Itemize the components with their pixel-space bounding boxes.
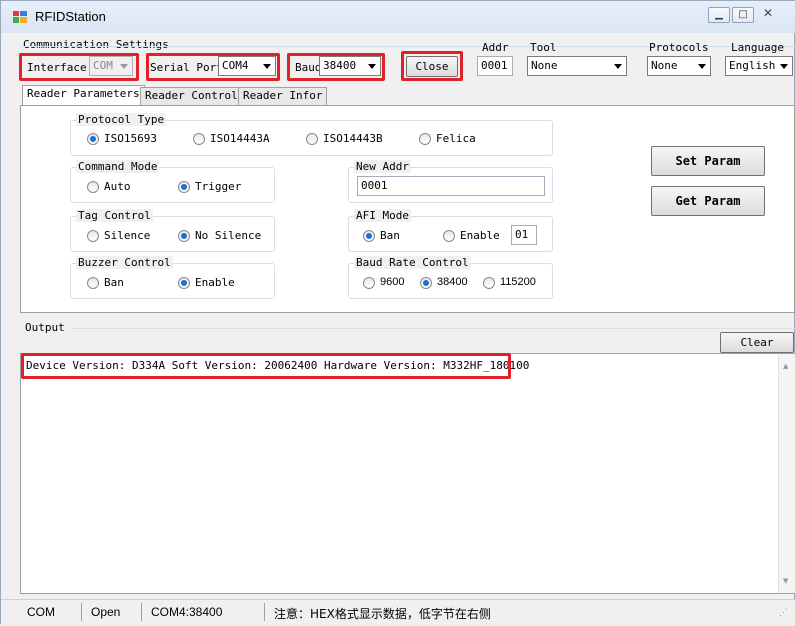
radio-trigger[interactable]: [178, 181, 190, 193]
output-label: Output: [25, 321, 65, 334]
radio-iso14443a[interactable]: [193, 133, 205, 145]
afi-mode-title: AFI Mode: [354, 209, 411, 222]
title-bar: RFIDStation ▁ □ ✕: [1, 1, 795, 33]
radio-no-silence-label: No Silence: [195, 229, 262, 242]
radio-auto[interactable]: [87, 181, 99, 193]
tab-reader-parameters[interactable]: Reader Parameters: [22, 85, 145, 106]
buzzer-control-title: Buzzer Control: [76, 256, 173, 269]
comm-settings-label: Communication Settings: [23, 38, 169, 51]
radio-iso14443a-label: ISO14443A: [210, 132, 270, 145]
radio-baud-38400[interactable]: [420, 277, 432, 289]
language-label: Language: [731, 41, 784, 54]
highlight-interface: [19, 53, 139, 81]
status-separator: [81, 603, 82, 621]
new-addr-input[interactable]: 0001: [357, 176, 545, 196]
radio-afi-ban-label: Ban: [380, 229, 400, 242]
radio-buzzer-ban-label: Ban: [104, 276, 124, 289]
baud-rate-control-group: Baud Rate Control 9600 38400 115200: [348, 256, 553, 299]
highlight-close-button: [401, 51, 463, 81]
language-select[interactable]: English: [725, 56, 793, 76]
maximize-button[interactable]: □: [732, 7, 754, 23]
radio-silence[interactable]: [87, 230, 99, 242]
new-addr-group: New Addr 0001: [348, 160, 553, 203]
radio-baud-9600[interactable]: [363, 277, 375, 289]
radio-auto-label: Auto: [104, 180, 131, 193]
command-mode-title: Command Mode: [76, 160, 160, 173]
status-separator: [264, 603, 265, 621]
highlight-serial-port: [146, 53, 280, 81]
app-window: RFIDStation ▁ □ ✕ Communication Settings…: [0, 0, 795, 626]
radio-felica-label: Felica: [436, 132, 476, 145]
radio-buzzer-ban[interactable]: [87, 277, 99, 289]
radio-buzzer-enable[interactable]: [178, 277, 190, 289]
close-window-button[interactable]: ✕: [757, 7, 779, 23]
radio-baud-38400-label: 38400: [437, 276, 468, 288]
radio-trigger-label: Trigger: [195, 180, 242, 193]
tag-control-title: Tag Control: [76, 209, 153, 222]
status-state: Open: [91, 605, 121, 619]
radio-baud-115200-label: 115200: [500, 276, 536, 288]
highlight-version-line: [21, 353, 511, 379]
new-addr-title: New Addr: [354, 160, 411, 173]
scroll-up-icon[interactable]: ▲: [783, 362, 788, 370]
minimize-icon: ▁: [715, 9, 723, 20]
radio-iso14443b-label: ISO14443B: [323, 132, 383, 145]
radio-baud-115200[interactable]: [483, 277, 495, 289]
protocols-select[interactable]: None: [647, 56, 711, 76]
maximize-icon: □: [738, 9, 748, 20]
radio-baud-9600-label: 9600: [380, 276, 405, 288]
radio-no-silence[interactable]: [178, 230, 190, 242]
chevron-down-icon: [614, 64, 622, 69]
status-port-type: COM: [27, 605, 55, 619]
tool-label: Tool: [530, 41, 557, 54]
radio-afi-ban[interactable]: [363, 230, 375, 242]
status-port-baud: COM4:38400: [151, 605, 223, 619]
tool-select[interactable]: None: [527, 56, 627, 76]
app-icon: [13, 11, 27, 23]
radio-iso15693[interactable]: [87, 133, 99, 145]
baud-rate-control-title: Baud Rate Control: [354, 256, 471, 269]
addr-label: Addr: [482, 41, 509, 54]
window-title: RFIDStation: [35, 9, 106, 24]
buzzer-control-group: Buzzer Control Ban Enable: [70, 256, 275, 299]
protocols-label: Protocols: [649, 41, 709, 54]
tag-control-group: Tag Control Silence No Silence: [70, 209, 275, 252]
get-param-button[interactable]: Get Param: [651, 186, 765, 216]
resize-grip-icon[interactable]: ⋰: [779, 607, 788, 618]
chevron-down-icon: [780, 64, 788, 69]
output-textarea[interactable]: Device Version: D334A Soft Version: 2006…: [20, 353, 795, 594]
radio-iso15693-label: ISO15693: [104, 132, 157, 145]
status-note: 注意：HEX格式显示数据，低字节在右侧: [274, 607, 491, 621]
status-separator: [141, 603, 142, 621]
highlight-baud: [287, 53, 385, 81]
tab-reader-control[interactable]: Reader Control: [140, 87, 243, 105]
addr-input[interactable]: 0001: [477, 56, 513, 76]
radio-afi-enable[interactable]: [443, 230, 455, 242]
reader-parameters-panel: Protocol Type ISO15693 ISO14443A ISO1444…: [20, 105, 795, 313]
afi-mode-group: AFI Mode Ban Enable 01: [348, 209, 553, 252]
chevron-down-icon: [698, 64, 706, 69]
radio-silence-label: Silence: [104, 229, 151, 242]
radio-felica[interactable]: [419, 133, 431, 145]
output-divider: [71, 328, 795, 329]
minimize-button[interactable]: ▁: [708, 7, 730, 23]
radio-buzzer-enable-label: Enable: [195, 276, 235, 289]
afi-value-input[interactable]: 01: [511, 225, 537, 245]
protocol-type-group: Protocol Type ISO15693 ISO14443A ISO1444…: [70, 113, 553, 156]
tab-reader-infor[interactable]: Reader Infor: [238, 87, 328, 105]
radio-iso14443b[interactable]: [306, 133, 318, 145]
command-mode-group: Command Mode Auto Trigger: [70, 160, 275, 203]
clear-button[interactable]: Clear: [720, 332, 794, 353]
tool-value: None: [531, 59, 558, 72]
close-icon: ✕: [762, 6, 774, 20]
set-param-button[interactable]: Set Param: [651, 146, 765, 176]
protocol-type-title: Protocol Type: [76, 113, 167, 126]
output-scrollbar[interactable]: ▲ ▼: [778, 354, 795, 593]
scroll-down-icon[interactable]: ▼: [783, 577, 788, 585]
radio-afi-enable-label: Enable: [460, 229, 500, 242]
language-value: English: [729, 59, 776, 72]
status-bar: COM Open COM4:38400 注意：HEX格式显示数据，低字节在右侧 …: [1, 599, 795, 626]
protocols-value: None: [651, 59, 678, 72]
